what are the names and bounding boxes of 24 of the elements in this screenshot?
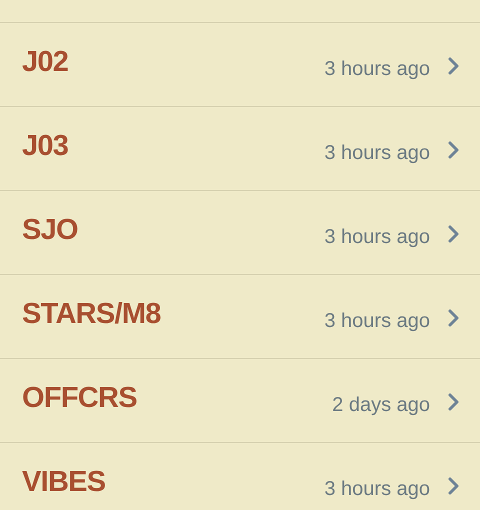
list-row[interactable]: J03 3 hours ago: [0, 107, 480, 191]
row-title: J03: [22, 128, 68, 164]
timestamp: 3 hours ago: [324, 308, 430, 334]
timestamp: 3 hours ago: [324, 224, 430, 250]
list-row[interactable]: VIBES 3 hours ago: [0, 443, 480, 510]
list-row[interactable]: OFFCRS 2 days ago: [0, 359, 480, 443]
list-row[interactable]: J02 3 hours ago: [0, 23, 480, 107]
chevron-icon: [448, 140, 460, 158]
timestamp: 3 hours ago: [324, 476, 430, 502]
chevron-icon: [448, 224, 460, 242]
chevron-icon: [448, 476, 460, 494]
row-title: J02: [22, 44, 68, 80]
list-row[interactable]: SJO 3 hours ago: [0, 191, 480, 275]
list-row[interactable]: STARS/M8 3 hours ago: [0, 275, 480, 359]
row-title: OFFCRS: [22, 380, 137, 416]
chevron-icon: [448, 308, 460, 326]
chevron-icon: [448, 56, 460, 74]
row-title: STARS/M8: [22, 296, 161, 332]
timestamp: 3 hours ago: [324, 56, 430, 82]
timestamp: 3 hours ago: [324, 140, 430, 166]
chevron-icon: [448, 392, 460, 410]
row-title: VIBES: [22, 464, 106, 500]
row-title: SJO: [22, 212, 78, 248]
timestamp: 2 days ago: [332, 392, 430, 418]
